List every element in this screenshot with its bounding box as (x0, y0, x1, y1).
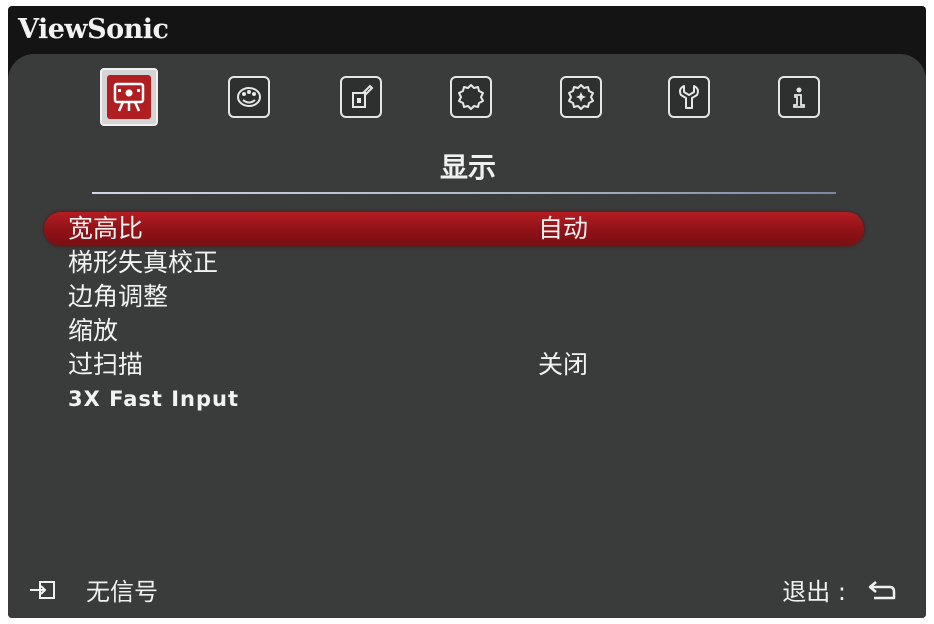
gear-icon (458, 84, 484, 110)
menu-item-fast-input[interactable]: 3X Fast Input (44, 382, 864, 416)
divider (92, 192, 836, 194)
tab-image[interactable] (228, 76, 270, 118)
power-settings-icon (352, 84, 374, 108)
exit-label: 退出 : (782, 578, 846, 606)
menu-item-overscan[interactable]: 过扫描 关闭 (44, 348, 864, 382)
source-status-text: 无信号 (86, 578, 158, 606)
menu-item-label: 缩放 (68, 316, 119, 345)
info-icon (793, 87, 805, 108)
tab-advanced[interactable] (560, 76, 602, 118)
return-arrow-icon (868, 580, 896, 599)
wrench-icon (679, 85, 699, 109)
display-icon (113, 82, 145, 112)
input-source-icon (30, 580, 55, 599)
tab-information[interactable] (778, 76, 820, 118)
footer-exit-hint[interactable]: 退出 : (782, 572, 898, 607)
menu-item-keystone[interactable]: 梯形失真校正 (44, 246, 864, 280)
menu-item-zoom[interactable]: 缩放 (44, 314, 864, 348)
advanced-gear-icon (568, 84, 594, 110)
menu-item-corner-adjust[interactable]: 边角调整 (44, 280, 864, 314)
menu-item-aspect-ratio[interactable]: 宽高比 自动 (44, 212, 864, 246)
brand-logo: ViewSonic (18, 14, 169, 45)
menu-item-value: 自动 (538, 214, 589, 243)
palette-icon (237, 87, 261, 107)
menu-list: 宽高比 自动 梯形失真校正 边角调整 缩放 过扫描 关闭 3X Fast Inp… (44, 212, 864, 416)
tab-power[interactable] (340, 76, 382, 118)
footer-source-status: 无信号 (28, 572, 158, 607)
menu-item-label: 宽高比 (68, 214, 144, 243)
tab-settings[interactable] (450, 76, 492, 118)
menu-item-value: 关闭 (538, 350, 589, 379)
menu-item-label: 边角调整 (68, 282, 169, 311)
menu-item-label: 过扫描 (68, 350, 144, 379)
tab-display[interactable] (100, 68, 158, 126)
osd-screen: ViewSonic 显示 宽高比 自动 梯形失真校正 边角调整 缩放 过扫描 关… (8, 6, 926, 618)
active-tab-title: 显示 (439, 151, 496, 184)
menu-item-label: 梯形失真校正 (68, 248, 219, 277)
menu-item-label: 3X Fast Input (68, 387, 240, 411)
tab-system[interactable] (668, 76, 710, 118)
